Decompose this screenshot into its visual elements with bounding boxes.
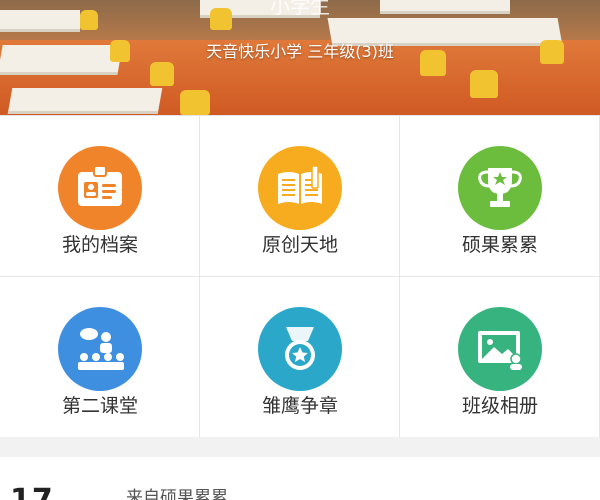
header-banner: 小学生 天音快乐小学 三年级(3)班 xyxy=(0,0,600,115)
chair-decoration xyxy=(180,90,210,115)
book-icon xyxy=(258,146,342,230)
menu-grid: 我的档案 原创天地 硕果累累 第二课堂 雏鹰争章 班级相册 xyxy=(0,115,600,438)
menu-item-label: 我的档案 xyxy=(61,234,138,256)
menu-item-class-album[interactable]: 班级相册 xyxy=(400,277,600,438)
classroom-icon xyxy=(58,307,142,391)
menu-item-label: 第二课堂 xyxy=(61,395,138,417)
class-name: 天音快乐小学 三年级(3)班 xyxy=(206,42,394,61)
menu-item-label: 原创天地 xyxy=(261,234,338,256)
feed-date-day: 17 xyxy=(10,483,54,500)
chair-decoration xyxy=(470,70,498,98)
menu-item-label: 班级相册 xyxy=(461,395,538,417)
feed-item[interactable]: 17 来自硕果累累 xyxy=(0,457,600,500)
desk-decoration xyxy=(7,88,163,114)
menu-item-label: 雏鹰争章 xyxy=(261,395,338,417)
chair-decoration xyxy=(150,62,174,86)
menu-item-my-profile[interactable]: 我的档案 xyxy=(0,116,200,277)
menu-item-eagle-badges[interactable]: 雏鹰争章 xyxy=(200,277,400,438)
photo-album-icon xyxy=(458,307,542,391)
id-card-icon xyxy=(58,146,142,230)
medal-icon xyxy=(258,307,342,391)
menu-item-second-classroom[interactable]: 第二课堂 xyxy=(0,277,200,438)
menu-item-achievements[interactable]: 硕果累累 xyxy=(400,116,600,277)
section-divider xyxy=(0,437,600,457)
menu-item-original-works[interactable]: 原创天地 xyxy=(200,116,400,277)
feed-source: 来自硕果累累 xyxy=(126,488,228,500)
menu-item-label: 硕果累累 xyxy=(461,234,538,256)
banner-title: 小学生 xyxy=(270,0,330,18)
trophy-icon xyxy=(458,146,542,230)
